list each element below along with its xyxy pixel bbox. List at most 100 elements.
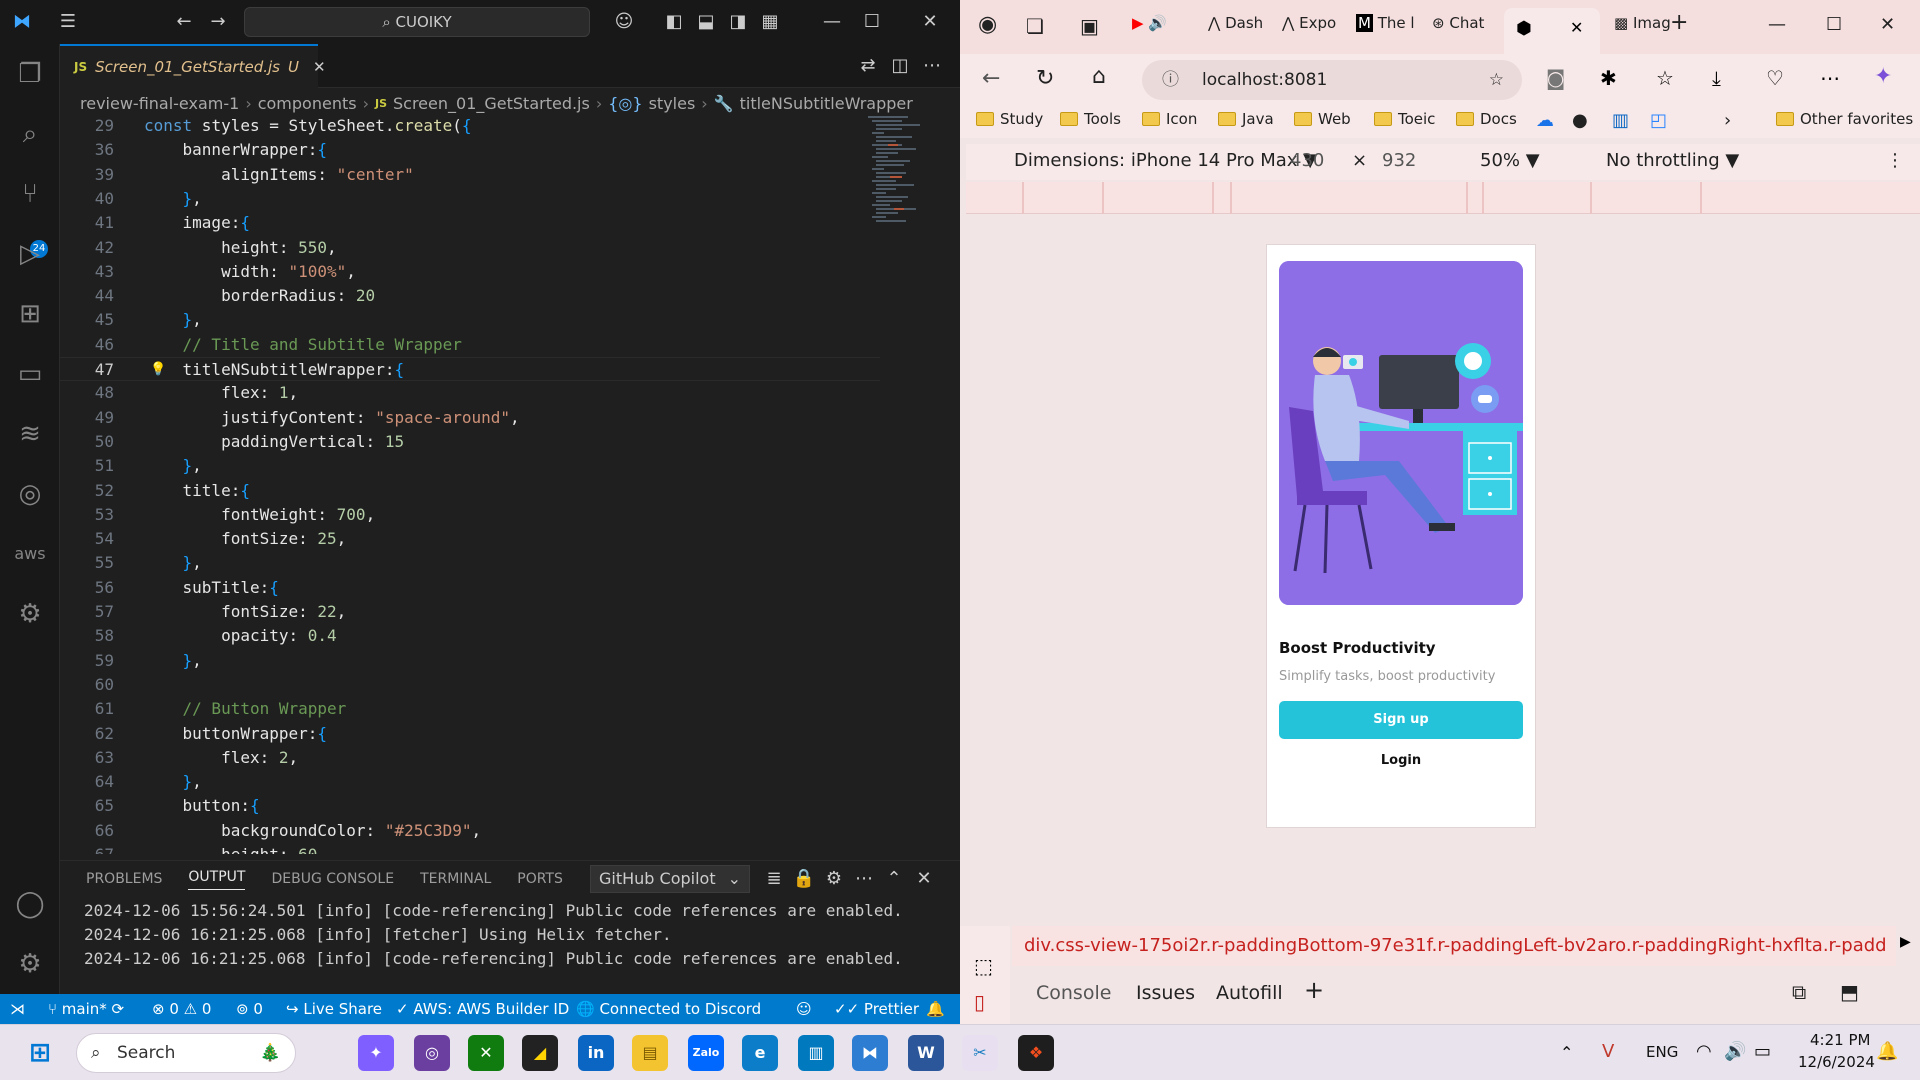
clock-date[interactable]: 12/6/2024 — [1798, 1053, 1875, 1071]
vertical-tabs-icon[interactable]: ▣ — [1080, 14, 1110, 44]
word-icon[interactable]: W — [908, 1035, 944, 1071]
tab-autofill[interactable]: Autofill — [1216, 982, 1283, 1004]
browser-tab[interactable]: ⋀ Expo — [1282, 14, 1346, 44]
toggle-secondary-sidebar-icon[interactable]: ◨ — [726, 10, 750, 34]
code-line[interactable]: 39 alignItems: "center" — [60, 163, 880, 187]
remote-explorer-icon[interactable]: ▭ — [10, 354, 50, 394]
other-favorites-folder[interactable]: Other favorites — [1776, 110, 1913, 128]
settings-sync-icon[interactable]: ⚙ — [10, 594, 50, 634]
tab-problems[interactable]: PROBLEMS — [86, 871, 162, 887]
aws-icon[interactable]: aws — [10, 534, 50, 574]
favorite-folder[interactable]: Toeic — [1374, 110, 1435, 128]
volume-icon[interactable]: 🔊 — [1724, 1041, 1746, 1062]
close-icon[interactable]: ✕ — [918, 10, 942, 34]
toggle-panel-icon[interactable]: ⬓ — [694, 10, 718, 34]
aws-status[interactable]: ✓ AWS: AWS Builder ID — [396, 1000, 569, 1018]
tab-close-icon[interactable]: ✕ — [1570, 18, 1583, 37]
toggle-sidebar-icon[interactable]: ◧ — [662, 10, 686, 34]
maximize-icon[interactable]: ☐ — [860, 10, 884, 34]
extensions-icon[interactable]: ⊞ — [10, 294, 50, 334]
breadcrumb-item[interactable]: Screen_01_GetStarted.js — [393, 94, 590, 113]
favorite-folder[interactable]: Tools — [1060, 110, 1121, 128]
device-toggle-icon[interactable]: ▯ — [974, 990, 985, 1014]
code-line[interactable]: 41 image:{ — [60, 211, 880, 235]
tab-debug-console[interactable]: DEBUG CONSOLE — [271, 871, 394, 887]
device-select[interactable]: Dimensions: iPhone 14 Pro Max ▼ — [1014, 150, 1317, 171]
edge-icon[interactable]: e — [742, 1035, 778, 1071]
send-feedback-icon[interactable]: ⬒ — [1840, 980, 1859, 1004]
copilot-status-icon[interactable]: ☺ — [796, 1000, 812, 1018]
run-debug-icon[interactable]: ▷ — [10, 234, 50, 274]
code-line[interactable]: 47 titleNSubtitleWrapper:{💡 — [60, 357, 880, 381]
filter-list-icon[interactable]: ≣ — [762, 867, 786, 891]
notification-bell-icon[interactable]: 🔔 — [1876, 1041, 1898, 1062]
browser-tab[interactable]: M The l — [1356, 14, 1420, 44]
windows-start-icon[interactable]: ⊞ — [22, 1035, 58, 1071]
source-control-icon[interactable]: ⑂ — [10, 174, 50, 214]
menu-icon[interactable]: ☰ — [56, 10, 80, 34]
favorite-star-icon[interactable]: ☆ — [1489, 60, 1504, 100]
code-line[interactable]: 58 opacity: 0.4 — [60, 624, 880, 648]
active-browser-tab[interactable]: ⬢ ✕ — [1504, 8, 1600, 54]
docker-icon[interactable]: ≋ — [10, 414, 50, 454]
battery-icon[interactable]: ▭ — [1754, 1041, 1771, 1062]
code-line[interactable]: 46 // Title and Subtitle Wrapper — [60, 333, 880, 357]
code-line[interactable]: 66 backgroundColor: "#25C3D9", — [60, 819, 880, 843]
favorite-folder[interactable]: Web — [1294, 110, 1351, 128]
code-line[interactable]: 45 }, — [60, 308, 880, 332]
discord-status[interactable]: 🌐 Connected to Discord — [576, 1000, 761, 1018]
browser-tab[interactable]: ▩ Imag — [1614, 14, 1670, 44]
profile-avatar[interactable]: ◉ — [978, 12, 1008, 42]
remote-icon[interactable]: ⋊ — [10, 1000, 25, 1018]
tab-close-icon[interactable]: ✕ — [313, 58, 326, 76]
code-line[interactable]: 53 fontWeight: 700, — [60, 503, 880, 527]
favorite-folder[interactable]: Study — [976, 110, 1043, 128]
github-icon[interactable]: ● — [1572, 110, 1588, 131]
add-tool-icon[interactable]: + — [1304, 976, 1324, 1004]
code-line[interactable]: 36 bannerWrapper:{ — [60, 138, 880, 162]
trello-icon[interactable]: ▥ — [1612, 110, 1629, 131]
code-line[interactable]: 54 fontSize: 25, — [60, 527, 880, 551]
lock-icon[interactable]: 🔒 — [792, 867, 816, 891]
code-line[interactable]: 62 buttonWrapper:{ — [60, 722, 880, 746]
output-channel-select[interactable]: GitHub Copilot ⌄ — [590, 865, 750, 893]
problems-status[interactable]: ⊗ 0 ⚠ 0 — [152, 1000, 211, 1018]
more-options-icon[interactable]: ⋮ — [1886, 150, 1904, 171]
tab-screen-01[interactable]: JS Screen_01_GetStarted.js U ✕ — [60, 44, 326, 88]
code-line[interactable]: 57 fontSize: 22, — [60, 600, 880, 624]
tab-issues[interactable]: Issues — [1136, 982, 1195, 1004]
language-indicator[interactable]: ENG — [1646, 1043, 1678, 1061]
maximize-icon[interactable]: ☐ — [1826, 14, 1856, 44]
code-line[interactable]: 48 flex: 1, — [60, 381, 880, 405]
zoom-select[interactable]: 50% ▼ — [1480, 150, 1540, 171]
tab-terminal[interactable]: TERMINAL — [420, 871, 491, 887]
code-line[interactable]: 51 }, — [60, 454, 880, 478]
extensions-icon[interactable]: ✱ — [1600, 66, 1617, 90]
inspect-icon[interactable]: ⬚ — [974, 954, 993, 978]
command-center-search[interactable]: ⌕ CUOIKY — [244, 7, 590, 37]
code-line[interactable]: 43 width: "100%", — [60, 260, 880, 284]
favorites-icon[interactable]: ☆ — [1656, 66, 1674, 90]
snipping-tool-icon[interactable]: ✂ — [962, 1035, 998, 1071]
workspaces-icon[interactable]: ❏ — [1026, 14, 1056, 44]
minimize-icon[interactable]: — — [820, 10, 844, 34]
browser-tab[interactable]: ⋀ Dash — [1208, 14, 1274, 44]
vscode-app-icon[interactable]: ⧓ — [852, 1035, 888, 1071]
code-line[interactable]: 67 height: 60, — [60, 843, 880, 854]
taskbar-search[interactable]: ⌕ Search 🎄 — [76, 1033, 296, 1073]
new-tab-icon[interactable]: + — [1670, 10, 1700, 40]
code-line[interactable]: 65 button:{ — [60, 794, 880, 818]
browser-tab[interactable]: ⊛ Chat — [1432, 14, 1496, 44]
code-line[interactable]: 49 justifyContent: "space-around", — [60, 406, 880, 430]
clipchamp-icon[interactable]: ◎ — [414, 1035, 450, 1071]
sticky-notes-icon[interactable]: ◢ — [522, 1035, 558, 1071]
close-panel-icon[interactable]: ✕ — [912, 867, 936, 891]
browser-essentials-icon[interactable]: ♡ — [1766, 66, 1784, 90]
width-input[interactable]: 430 — [1290, 150, 1324, 171]
ports-status[interactable]: ⊚ 0 — [236, 1000, 263, 1018]
show-hidden-icons[interactable]: ⌃ — [1560, 1043, 1573, 1062]
height-input[interactable]: 932 — [1382, 150, 1416, 171]
branch-status[interactable]: ⑂ main* ⟳ — [48, 1000, 124, 1018]
zalo-icon[interactable]: Zalo — [688, 1035, 724, 1071]
back-icon[interactable]: ← — [172, 10, 196, 34]
